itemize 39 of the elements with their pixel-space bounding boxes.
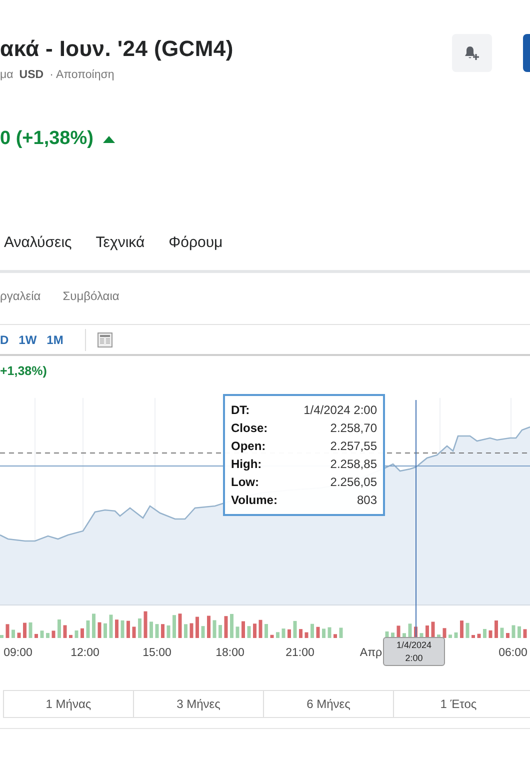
sub-tab[interactable]: ργαλεία bbox=[0, 289, 41, 303]
axis-label: 06:00 bbox=[498, 647, 528, 659]
chart-change: +1,38%) bbox=[0, 364, 47, 378]
axis-label: 09:00 bbox=[4, 647, 32, 659]
action-button[interactable] bbox=[523, 34, 530, 72]
exchange-label: μα bbox=[0, 69, 14, 81]
tooltip-label: Low: bbox=[231, 474, 259, 491]
date-tag: 1/4/2024 2:00 bbox=[383, 637, 445, 666]
tooltip-label: High: bbox=[231, 456, 262, 473]
table-view-icon bbox=[97, 332, 114, 348]
tooltip-label: DT: bbox=[231, 402, 250, 419]
axis-label: 18:00 bbox=[216, 647, 244, 659]
nav-tab[interactable]: Αναλύσεις bbox=[4, 234, 72, 252]
tooltip-value: 2.257,55 bbox=[330, 438, 377, 455]
nav-tab[interactable]: Τεχνικά bbox=[96, 234, 145, 252]
tooltip-value: 2.258,70 bbox=[330, 420, 377, 437]
axis-label: 15:00 bbox=[142, 647, 172, 659]
axis-label: Απρ bbox=[360, 647, 382, 659]
page-title: ακά - Ιουν. '24 (GCM4) bbox=[0, 35, 234, 63]
disclaimer-link[interactable]: · Αποποίηση bbox=[50, 69, 114, 81]
tooltip-label: Volume: bbox=[231, 492, 278, 509]
tooltip-value: 2.258,85 bbox=[330, 456, 377, 473]
tooltip-value: 803 bbox=[356, 492, 377, 509]
price-change: 0 (+1,38%) bbox=[0, 128, 94, 150]
sub-tab[interactable]: Συμβόλαια bbox=[62, 289, 120, 303]
tooltip-value: 1/4/2024 2:00 bbox=[304, 402, 377, 419]
bell-plus-icon bbox=[464, 45, 480, 61]
add-alert-button[interactable] bbox=[452, 34, 492, 72]
nav-tab[interactable]: Φόρουμ bbox=[168, 234, 223, 252]
range-link[interactable]: 1M bbox=[46, 332, 64, 346]
axis-label: 21:00 bbox=[286, 647, 314, 659]
axis-label: 12:00 bbox=[70, 647, 100, 659]
range-link[interactable]: 1W bbox=[18, 332, 37, 346]
range-link[interactable]: D bbox=[0, 332, 9, 346]
tooltip-label: Close: bbox=[231, 420, 268, 437]
currency-label: USD bbox=[19, 69, 44, 81]
tooltip-value: 2.256,05 bbox=[330, 474, 377, 491]
table-view-button[interactable] bbox=[96, 330, 114, 348]
tooltip-label: Open: bbox=[231, 438, 266, 455]
